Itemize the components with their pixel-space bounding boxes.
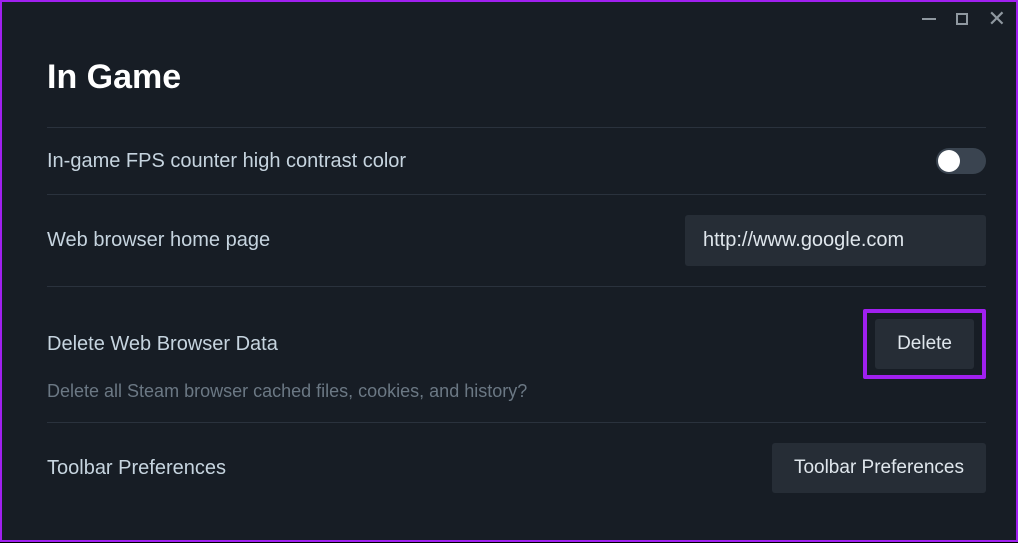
fps-contrast-toggle[interactable] — [936, 148, 986, 174]
settings-window: ✕ In Game In-game FPS counter high contr… — [0, 0, 1018, 542]
delete-data-label: Delete Web Browser Data — [47, 333, 278, 356]
minimize-icon[interactable] — [922, 18, 936, 20]
homepage-input[interactable] — [685, 215, 986, 266]
settings-content: In Game In-game FPS counter high contras… — [2, 2, 1016, 543]
toolbar-prefs-button[interactable]: Toolbar Preferences — [772, 443, 986, 493]
fps-contrast-label: In-game FPS counter high contrast color — [47, 150, 406, 173]
delete-button-highlight: Delete — [863, 309, 986, 379]
toggle-knob-icon — [938, 150, 960, 172]
delete-data-desc-block: Delete all Steam browser cached files, c… — [47, 381, 986, 423]
window-controls: ✕ — [922, 12, 1006, 26]
page-title: In Game — [47, 58, 986, 97]
row-toolbar-prefs: Toolbar Preferences Toolbar Preferences — [47, 423, 986, 513]
delete-button[interactable]: Delete — [875, 319, 974, 369]
delete-data-description: Delete all Steam browser cached files, c… — [47, 381, 986, 422]
homepage-label: Web browser home page — [47, 229, 270, 252]
maximize-icon[interactable] — [956, 13, 968, 25]
row-delete-data: Delete Web Browser Data Delete — [47, 286, 986, 389]
close-icon[interactable]: ✕ — [988, 12, 1006, 26]
row-homepage: Web browser home page — [47, 194, 986, 286]
toolbar-prefs-label: Toolbar Preferences — [47, 457, 226, 480]
row-fps-contrast: In-game FPS counter high contrast color — [47, 127, 986, 194]
